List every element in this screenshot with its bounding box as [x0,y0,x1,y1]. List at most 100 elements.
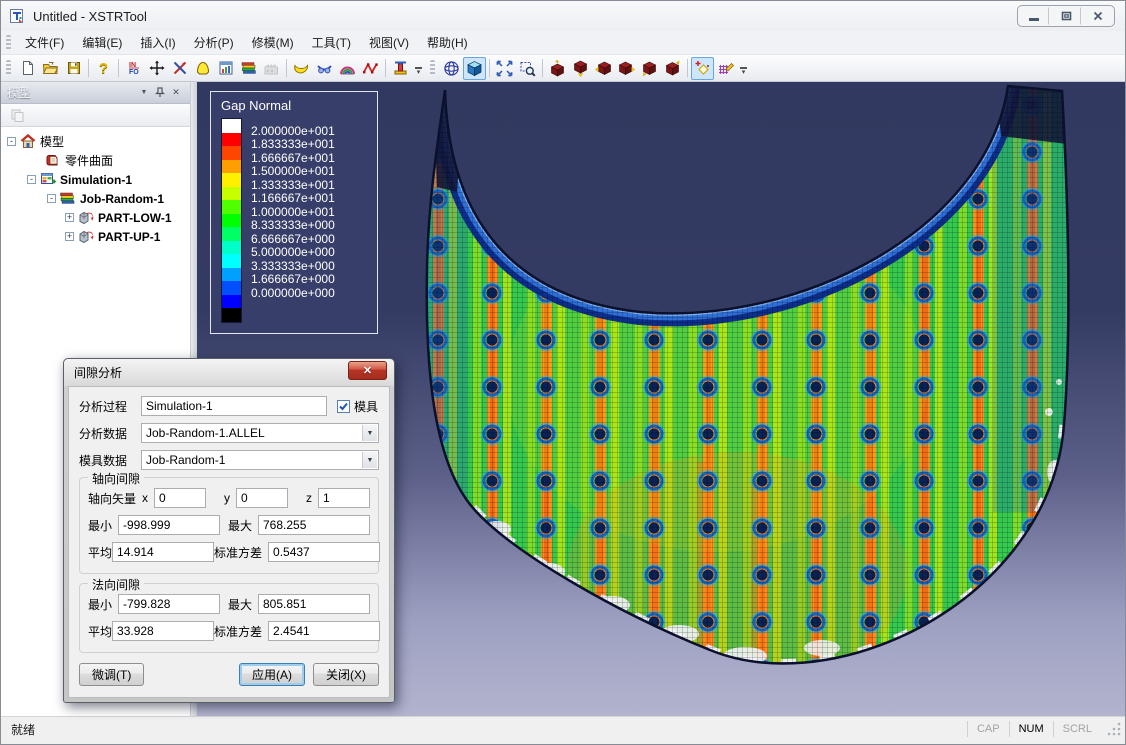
toolbar-separator [385,59,386,77]
view-front-icon[interactable] [638,57,661,80]
shaded-cube-icon[interactable] [463,57,486,80]
pan-icon[interactable] [145,57,168,80]
report-icon[interactable] [214,57,237,80]
window-title: Untitled - XSTRTool [33,9,147,24]
collapse-icon[interactable]: - [27,175,36,184]
menu-die-modify[interactable]: 修模(M) [243,31,303,54]
binder-view-icon[interactable] [313,57,336,80]
expand-icon[interactable]: + [65,232,74,241]
tree-row-model[interactable]: - 模型 [1,132,190,151]
job-results-icon [59,191,76,207]
toolbar-separator [88,59,89,77]
help-icon[interactable]: ? [92,57,115,80]
legend-value: 8.333333e+000 [251,219,335,233]
view-back-icon[interactable] [661,57,684,80]
toolbar-separator [542,59,543,77]
normal-std-input[interactable] [268,621,380,641]
surface-icon[interactable] [191,57,214,80]
legend-swatch [222,187,241,201]
view-bottom-icon[interactable] [569,57,592,80]
factory-icon [260,57,283,80]
menu-analysis[interactable]: 分析(P) [185,31,243,54]
zigzag-curve-icon[interactable] [359,57,382,80]
fit-view-icon[interactable] [493,57,516,80]
collapse-icon[interactable]: - [7,137,16,146]
edit-mesh-icon[interactable] [714,57,737,80]
legend-value: 5.000000e+000 [251,246,335,260]
results-stack-icon[interactable] [237,57,260,80]
normal-mean-input[interactable] [112,621,214,641]
open-icon[interactable] [39,57,62,80]
chevron-down-icon[interactable]: ▼ [136,85,152,100]
legend-colorbar [221,118,242,323]
restore-button[interactable] [1051,7,1081,25]
normal-min-input[interactable] [118,594,220,614]
save-icon[interactable] [62,57,85,80]
view-left-icon[interactable] [592,57,615,80]
menu-help[interactable]: 帮助(H) [418,31,477,54]
dialog-close-action-button[interactable]: 关闭(X) [313,663,379,686]
info-icon[interactable]: INFO [122,57,145,80]
axial-mean-input[interactable] [112,542,214,562]
toolbar-grip-2[interactable] [430,60,435,76]
y-input[interactable] [236,488,288,508]
axial-std-input[interactable] [268,542,380,562]
curve-icon[interactable] [290,57,313,80]
mold-checkbox[interactable] [337,400,350,413]
dialog-close-button[interactable]: ✕ [348,361,387,380]
collapse-icon[interactable]: - [47,194,56,203]
process-input[interactable] [141,396,327,416]
copy-icon [6,104,29,127]
legend-value: 0.000000e+000 [251,287,335,301]
tree-row-simulation[interactable]: - Simulation-1 [1,170,190,189]
axial-min-input[interactable] [118,515,220,535]
dialog-title-bar[interactable]: 间隙分析 [64,359,394,386]
wireframe-sphere-icon[interactable] [440,57,463,80]
toolbar-overflow-icon[interactable]: ▾ [740,61,747,75]
toolbar: ? INFO ▾ ▾ [1,55,1125,82]
zoom-window-icon[interactable] [516,57,539,80]
new-icon[interactable] [16,57,39,80]
panel-toolbar [1,104,190,127]
mold-data-combo[interactable]: Job-Random-1 ▼ [141,450,379,470]
menu-file[interactable]: 文件(F) [16,31,73,54]
menu-insert[interactable]: 插入(I) [131,31,184,54]
apply-button[interactable]: 应用(A) [239,663,305,686]
minimize-button[interactable] [1019,7,1049,25]
analysis-data-combo[interactable]: Job-Random-1.ALLEL ▼ [141,423,379,443]
resize-grip[interactable] [1105,720,1123,738]
expand-icon[interactable]: + [65,213,74,222]
x-input[interactable] [154,488,206,508]
view-top-icon[interactable] [546,57,569,80]
view-right-icon[interactable] [615,57,638,80]
status-bar: 就绪 CAP NUM SCRL [1,716,1125,744]
simulation-icon [39,172,56,188]
tree-label: Job-Random-1 [80,192,164,206]
tree-row-part-up[interactable]: + PART-UP-1 [1,227,190,246]
tree-row-job[interactable]: - Job-Random-1 [1,189,190,208]
tree-row-part-low[interactable]: + PART-LOW-1 [1,208,190,227]
menu-edit[interactable]: 编辑(E) [73,31,131,54]
z-input[interactable] [318,488,370,508]
rainbow-mesh-icon[interactable] [336,57,359,80]
menu-grip[interactable] [6,35,11,51]
toolbar-overflow-icon[interactable]: ▾ [415,61,422,75]
tune-button[interactable]: 微调(T) [79,663,144,686]
close-button[interactable] [1083,7,1113,25]
svg-text:FO: FO [129,69,139,76]
part-icon [77,229,94,245]
menu-view[interactable]: 视图(V) [360,31,418,54]
legend-swatch [222,119,241,133]
modify-icon[interactable] [168,57,191,80]
menu-tools[interactable]: 工具(T) [303,31,360,54]
pin-icon[interactable] [152,85,168,100]
forming-machine-icon[interactable] [389,57,412,80]
add-point-icon[interactable] [691,57,714,80]
tree-row-surfaces[interactable]: 零件曲面 [1,151,190,170]
normal-max-input[interactable] [258,594,370,614]
close-panel-icon[interactable]: ✕ [168,85,184,100]
legend-swatch [222,200,241,214]
axial-mean-label: 平均 [88,544,112,561]
axial-max-input[interactable] [258,515,370,535]
toolbar-grip-1[interactable] [6,60,11,76]
